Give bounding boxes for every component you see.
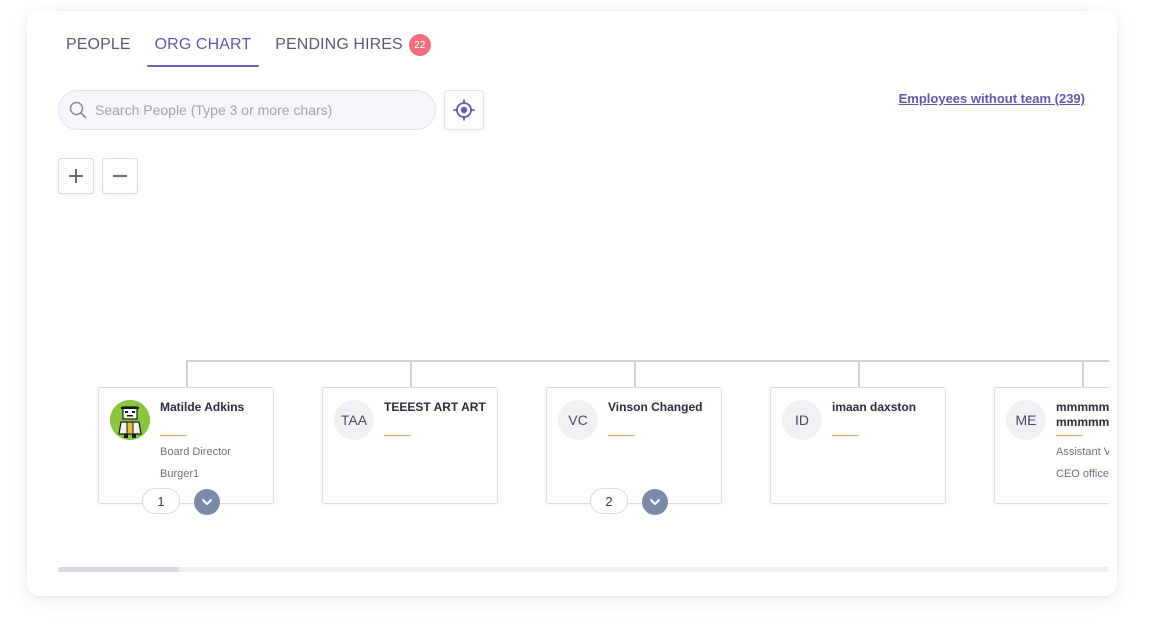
org-node-vinson-changed[interactable]: VC Vinson Changed [546,387,722,504]
org-node-matilde-adkins[interactable]: Matilde Adkins Board Director Burger1 [98,387,274,504]
connector-vertical [1082,360,1084,387]
node-job-title: Board Director [160,446,231,458]
node-divider [160,435,187,436]
direct-reports-count: 2 [590,488,628,514]
node-divider [1056,435,1083,436]
avatar: VC [558,400,598,440]
direct-reports-count: 1 [142,488,180,514]
node-team: Burger1 [160,468,200,480]
chevron-down-icon [650,499,660,505]
node-divider [608,435,635,436]
org-node-me[interactable]: ME mmmmmmmmmmmmmmmmmmmm Assistant Vice P… [994,387,1109,504]
connector-vertical [186,360,188,387]
node-name: imaan daxston [832,400,917,414]
node-divider [384,435,411,436]
node-team: CEO office [1056,468,1109,480]
connector-vertical [858,360,860,387]
avatar: ME [1006,400,1046,440]
node-job-title: Assistant Vice President [1056,446,1109,458]
chevron-down-icon [202,499,212,505]
connector-horizontal [186,360,1109,362]
expand-node-button[interactable] [194,489,220,515]
node-name: TEEEST ART ART [384,400,486,414]
scrollbar-thumb[interactable] [58,567,179,572]
node-name: mmmmmmmmmmmmmmmmmmmm [1056,400,1109,429]
node-name: Vinson Changed [608,400,703,414]
avatar: ID [782,400,822,440]
horizontal-scrollbar[interactable] [58,567,1109,572]
org-chart-canvas[interactable]: Matilde Adkins Board Director Burger1 1 … [27,11,1109,596]
person-avatar-icon [110,400,150,440]
node-divider [832,435,859,436]
avatar [110,400,150,440]
connector-vertical [634,360,636,387]
org-node-imaan-daxston[interactable]: ID imaan daxston [770,387,946,504]
expand-node-button[interactable] [642,489,668,515]
org-chart-panel: PEOPLE ORG CHART PENDING HIRES 22 Employ… [27,11,1117,596]
node-name: Matilde Adkins [160,400,245,414]
connector-vertical [410,360,412,387]
org-node-teeest-art-art[interactable]: TAA TEEEST ART ART [322,387,498,504]
avatar: TAA [334,400,374,440]
